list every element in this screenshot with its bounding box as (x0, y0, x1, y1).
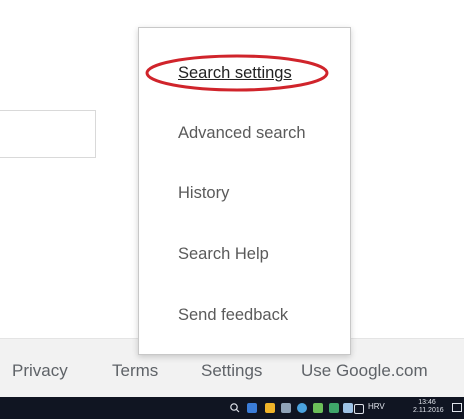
store-icon[interactable] (281, 403, 291, 413)
puzzle-icon[interactable] (343, 403, 353, 413)
file-explorer-icon[interactable] (265, 403, 275, 413)
chrome-icon[interactable] (297, 403, 307, 413)
menu-item-send-feedback[interactable]: Send feedback (178, 306, 288, 325)
menu-item-search-help[interactable]: Search Help (178, 245, 269, 264)
footer-link-terms[interactable]: Terms (112, 361, 158, 381)
taskbar: HRV 13:46 2.11.2016 (0, 397, 464, 419)
task-view-icon[interactable] (247, 403, 257, 413)
search-input[interactable] (0, 110, 96, 158)
notification-icon[interactable] (452, 403, 462, 412)
search-icon[interactable] (229, 402, 240, 413)
menu-item-search-settings[interactable]: Search settings (178, 64, 292, 83)
menu-item-history[interactable]: History (178, 184, 229, 203)
network-icon[interactable] (354, 404, 364, 414)
footer-link-settings[interactable]: Settings (201, 361, 262, 381)
network-app-icon[interactable] (329, 403, 339, 413)
clock-time: 13:46 (418, 399, 436, 406)
clock[interactable]: 13:46 2.11.2016 (413, 399, 444, 415)
footer-link-use-google[interactable]: Use Google.com (301, 361, 428, 381)
clock-date: 2.11.2016 (413, 407, 444, 414)
chat-icon[interactable] (313, 403, 323, 413)
menu-item-advanced-search[interactable]: Advanced search (178, 124, 306, 143)
footer-link-privacy[interactable]: Privacy (12, 361, 68, 381)
language-indicator[interactable]: HRV (368, 402, 385, 411)
settings-dropdown-menu: Search settings Advanced search History … (138, 27, 351, 355)
